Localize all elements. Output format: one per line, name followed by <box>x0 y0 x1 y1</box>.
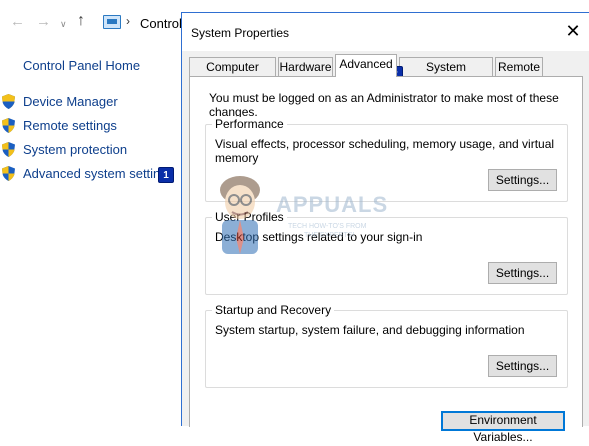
svg-text:THE EXPERTS!: THE EXPERTS! <box>304 232 354 238</box>
remote-settings-link[interactable]: Remote settings <box>23 118 117 133</box>
dialog-title: System Properties <box>191 26 290 40</box>
appuals-watermark: APPUALS TECH HOW-TO'S FROM THE EXPERTS! <box>210 168 400 258</box>
svg-text:APPUALS: APPUALS <box>276 192 388 217</box>
shield-icon <box>2 166 15 181</box>
forward-arrow-icon[interactable]: → <box>36 13 51 31</box>
performance-settings-button[interactable]: Settings... <box>488 169 557 191</box>
computer-icon <box>103 15 121 29</box>
breadcrumb-control-panel[interactable]: Control <box>140 16 182 31</box>
shield-icon <box>2 142 15 157</box>
user-profiles-settings-button[interactable]: Settings... <box>488 262 557 284</box>
close-icon[interactable]: ✕ <box>563 21 583 43</box>
tab-advanced[interactable]: Advanced <box>335 54 397 77</box>
tab-system-protection[interactable]: System Protection <box>399 57 493 92</box>
step-callout-1: 1 <box>158 167 174 183</box>
up-arrow-icon[interactable]: ↑ <box>77 12 85 30</box>
tab-computer-name[interactable]: Computer Name <box>189 57 276 92</box>
startup-recovery-description: System startup, system failure, and debu… <box>215 323 525 337</box>
svg-text:TECH HOW-TO'S FROM: TECH HOW-TO'S FROM <box>288 223 367 230</box>
startup-recovery-group-title: Startup and Recovery <box>212 303 335 317</box>
mascot-logo <box>220 176 260 254</box>
recent-locations-chevron-icon[interactable]: ∨ <box>60 15 67 33</box>
startup-recovery-settings-button[interactable]: Settings... <box>488 355 557 377</box>
wordmark-graphic: APPUALS TECH HOW-TO'S FROM THE EXPERTS! <box>276 192 388 238</box>
system-protection-link[interactable]: System protection <box>23 142 127 157</box>
performance-description: Visual effects, processor scheduling, me… <box>215 137 555 165</box>
device-manager-link[interactable]: Device Manager <box>23 94 118 109</box>
admin-note: You must be logged on as an Administrato… <box>209 91 559 119</box>
control-panel-home-link[interactable]: Control Panel Home <box>23 58 140 73</box>
environment-variables-button[interactable]: Environment Variables... <box>441 411 565 444</box>
startup-recovery-group: Startup and Recovery System startup, sys… <box>205 303 568 388</box>
dialog-titlebar[interactable]: System Properties ✕ <box>182 13 589 51</box>
breadcrumb-chevron-icon: › <box>126 14 130 28</box>
tab-remote[interactable]: Remote <box>495 57 543 77</box>
back-arrow-icon[interactable]: ← <box>10 13 25 31</box>
shield-icon <box>2 118 15 133</box>
shield-icon <box>2 94 15 109</box>
performance-group-title: Performance <box>212 117 287 131</box>
tab-hardware[interactable]: Hardware <box>278 57 333 77</box>
